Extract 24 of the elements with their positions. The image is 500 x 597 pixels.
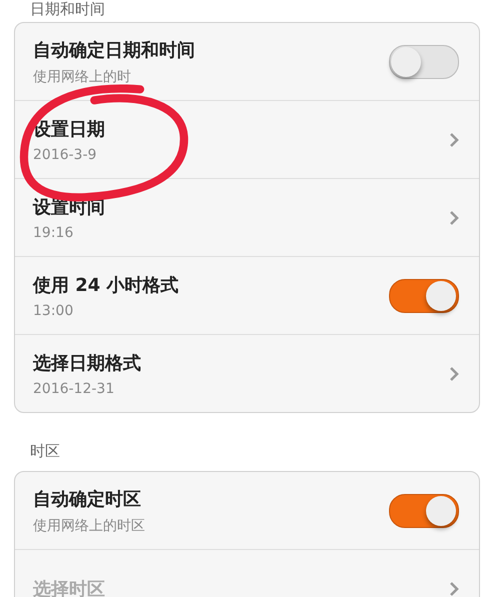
row-title: 选择时区 [33,578,105,597]
settings-row[interactable]: 使用 24 小时格式 13:00 [15,256,479,334]
row-title: 选择日期格式 [33,352,141,374]
row-title: 使用 24 小时格式 [33,274,179,296]
row-subtitle: 使用网络上的时 [33,68,132,86]
section-header: 时区 [29,441,61,462]
row-title: 自动确定日期和时间 [33,38,195,62]
row-title: 自动确定时区 [33,488,142,510]
toggle-switch[interactable] [389,278,459,312]
row-subtitle: 19:16 [33,224,74,240]
settings-row[interactable]: 自动确定时区 使用网络上的时区 [15,472,479,549]
section-header: 日期和时间 [29,0,106,20]
toggle-switch[interactable] [389,494,459,528]
row-subtitle: 2016-3-9 [33,146,98,162]
settings-row[interactable]: 选择日期格式 2016-12-31 [15,334,479,412]
chevron-right-icon [449,580,459,596]
row-subtitle: 2016-12-31 [33,380,116,396]
chevron-right-icon [449,366,459,382]
row-subtitle: 13:00 [33,302,74,318]
chevron-right-icon [449,210,459,226]
row-subtitle: 使用网络上的时区 [33,516,145,534]
settings-row[interactable]: 自动确定日期和时间 使用网络上的时 [15,23,479,100]
toggle-switch[interactable] [389,44,459,78]
chevron-right-icon [449,132,459,148]
